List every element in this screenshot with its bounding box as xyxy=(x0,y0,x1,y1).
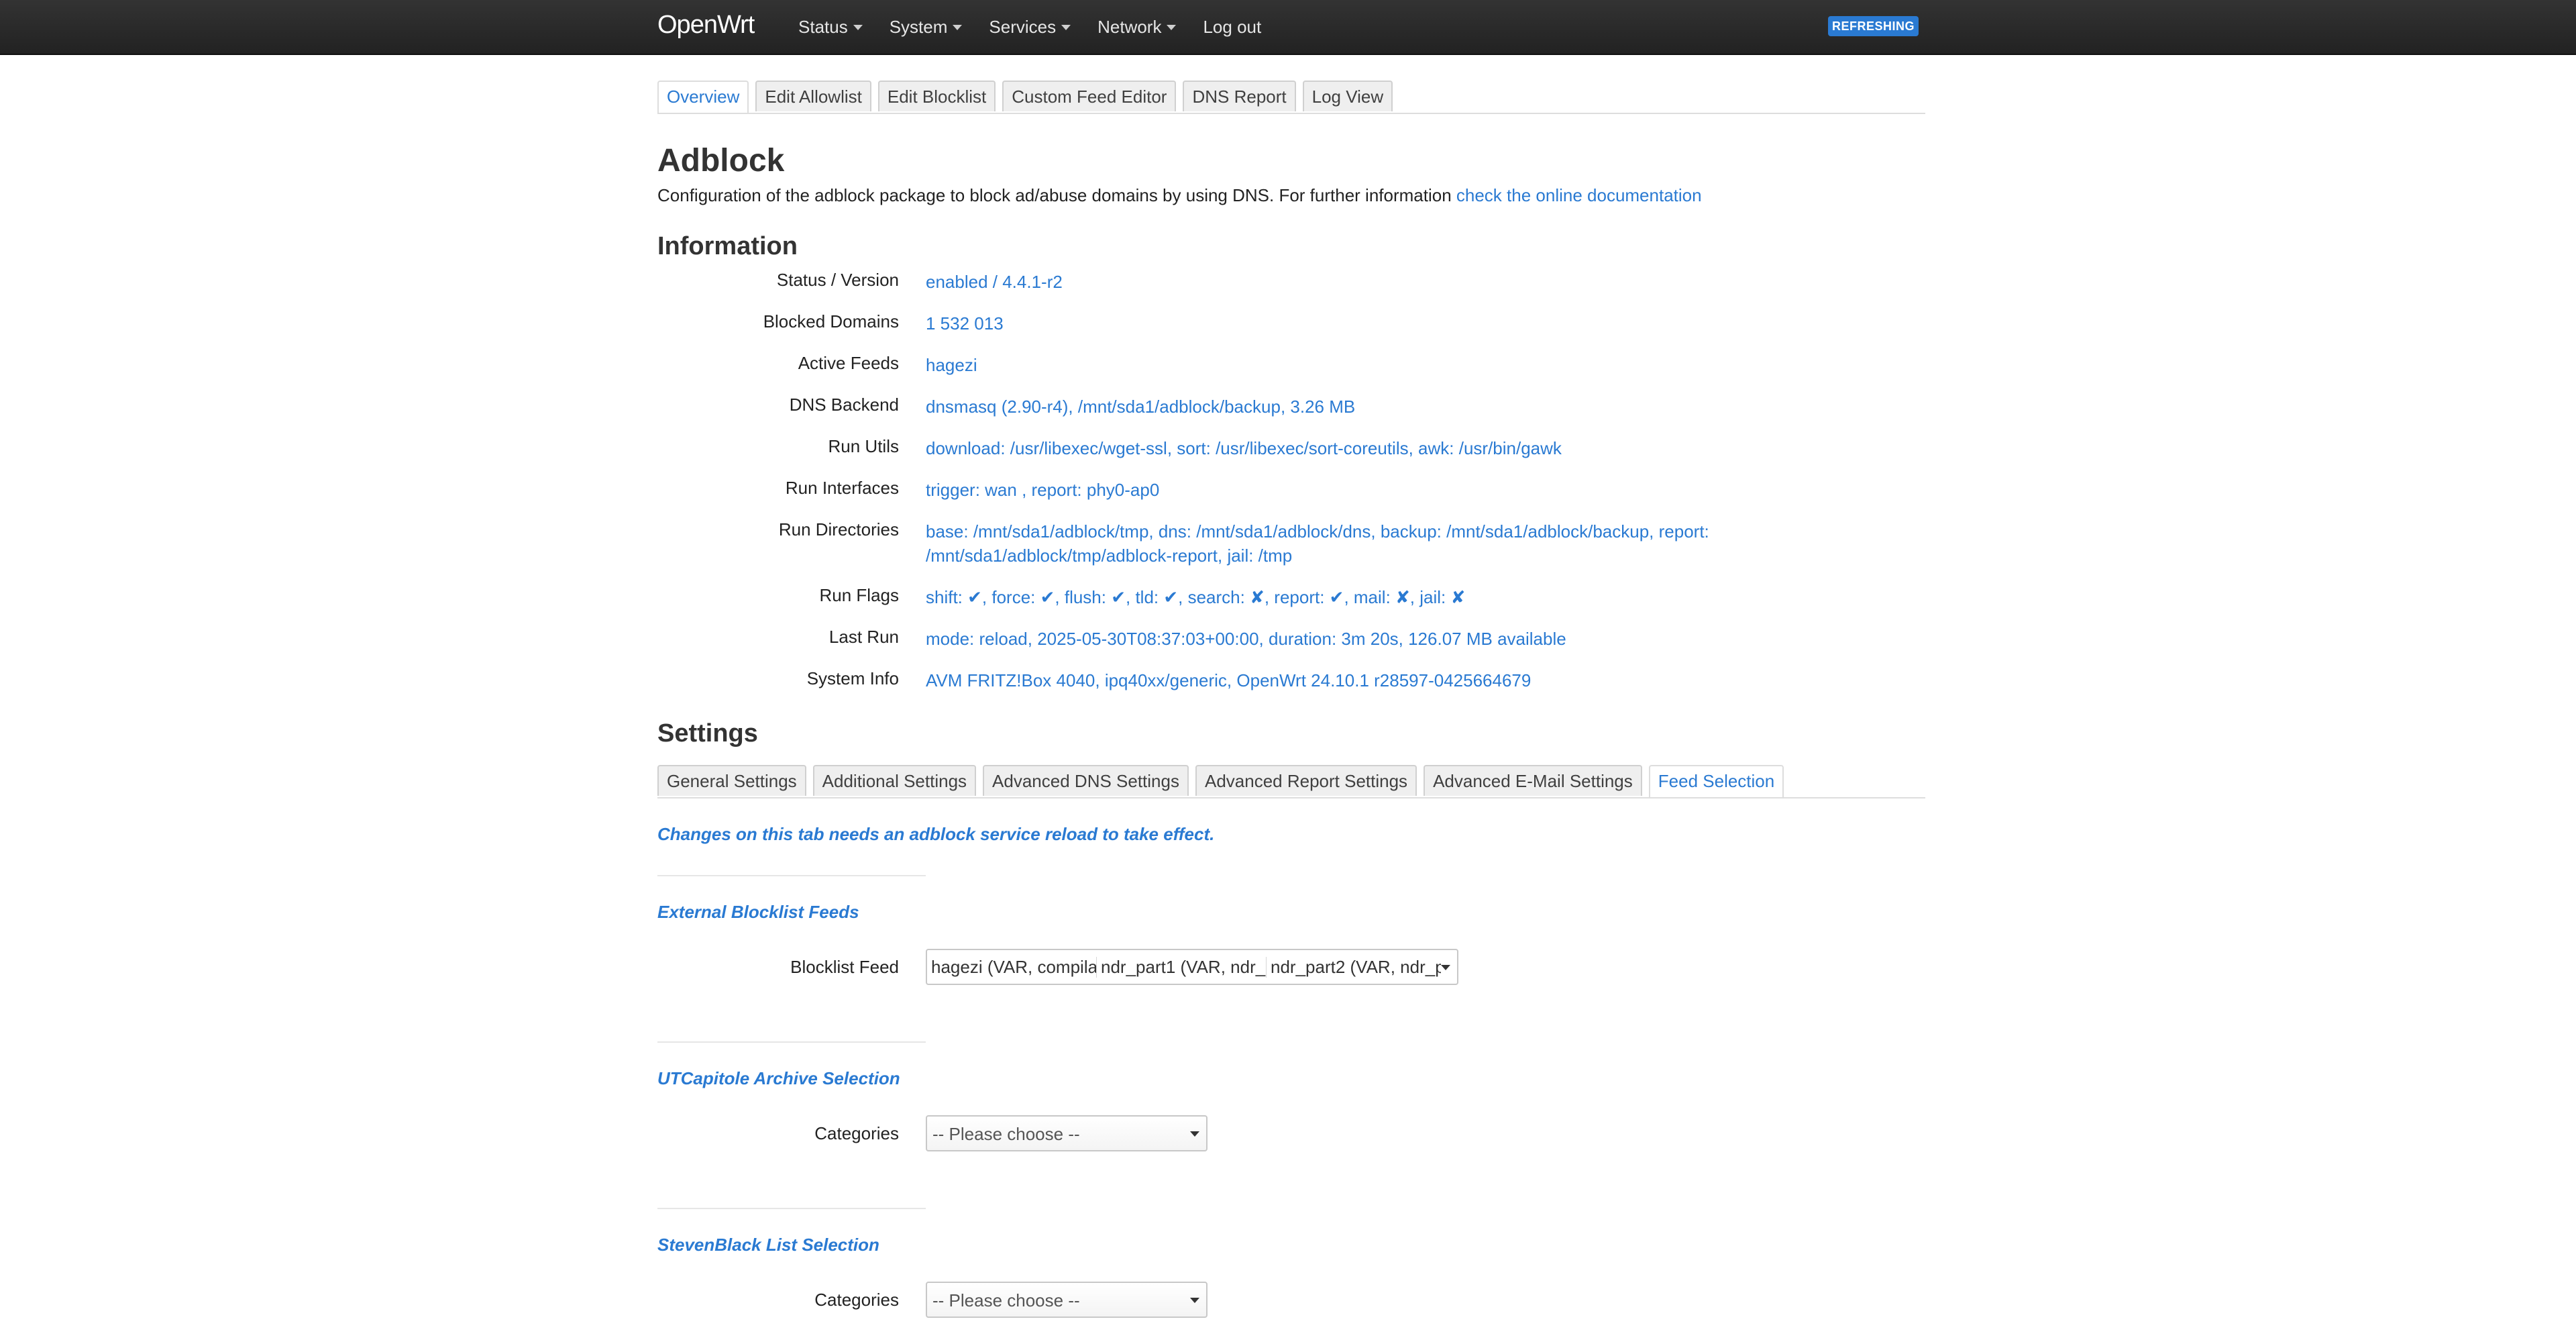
section-divider xyxy=(657,875,926,876)
caret-down-icon xyxy=(1061,25,1071,30)
blocklist-feed-multiselect[interactable]: hagezi (VAR, compilation) ndr_part1 (VAR… xyxy=(926,949,1458,985)
feed-chip-hagezi[interactable]: hagezi (VAR, compilation) xyxy=(927,956,1097,978)
information-title: Information xyxy=(657,232,798,260)
tab-dns-report[interactable]: DNS Report xyxy=(1183,81,1296,111)
info-value: download: /usr/libexec/wget-ssl, sort: /… xyxy=(926,438,1562,458)
tab-feed-selection[interactable]: Feed Selection xyxy=(1648,765,1784,797)
stevenblack-categories-select[interactable]: -- Please choose -- xyxy=(926,1282,1208,1318)
info-value: AVM FRITZ!Box 4040, ipq40xx/generic, Ope… xyxy=(926,670,1532,690)
select-placeholder: -- Please choose -- xyxy=(932,1124,1080,1144)
tab-advanced-email-settings[interactable]: Advanced E-Mail Settings xyxy=(1424,765,1642,796)
tab-overview[interactable]: Overview xyxy=(657,81,749,113)
menu-services-label: Services xyxy=(989,16,1057,37)
stevenblack-title: StevenBlack List Selection xyxy=(657,1235,879,1255)
select-placeholder: -- Please choose -- xyxy=(932,1290,1080,1310)
tab-edit-blocklist[interactable]: Edit Blocklist xyxy=(877,81,996,111)
stevenblack-categories-label: Categories xyxy=(814,1290,899,1310)
menu-network[interactable]: Network xyxy=(1097,16,1177,38)
info-label: Run Utils xyxy=(828,436,899,456)
description-text: Configuration of the adblock package to … xyxy=(657,185,1456,205)
settings-tabs: General Settings Additional Settings Adv… xyxy=(657,765,1925,798)
info-value: base: /mnt/sda1/adblock/tmp, dns: /mnt/s… xyxy=(926,521,1709,566)
info-value: mode: reload, 2025-05-30T08:37:03+00:00,… xyxy=(926,629,1566,649)
info-value: shift: ✔, force: ✔, flush: ✔, tld: ✔, se… xyxy=(926,587,1466,607)
section-divider xyxy=(657,1208,926,1209)
info-label: Blocked Domains xyxy=(763,311,899,331)
menu-logout[interactable]: Log out xyxy=(1203,17,1261,38)
navbar-inner: OpenWrt Status System Services Network L… xyxy=(657,0,1919,54)
reload-notice: Changes on this tab needs an adblock ser… xyxy=(657,824,1215,844)
tab-additional-settings[interactable]: Additional Settings xyxy=(812,765,977,796)
info-label: Run Interfaces xyxy=(785,478,899,498)
info-label: Status / Version xyxy=(776,270,899,290)
menu-system[interactable]: System xyxy=(890,17,963,38)
menu-status[interactable]: Status xyxy=(798,17,863,38)
caret-down-icon xyxy=(1441,965,1450,970)
top-navbar: OpenWrt Status System Services Network L… xyxy=(0,0,2576,55)
utcapitole-categories-select[interactable]: -- Please choose -- xyxy=(926,1115,1208,1151)
caret-down-icon xyxy=(953,25,963,30)
info-value: dnsmasq (2.90-r4), /mnt/sda1/adblock/bac… xyxy=(926,397,1356,417)
info-value: 1 532 013 xyxy=(926,313,1004,333)
menu-status-label: Status xyxy=(798,16,848,37)
main-menu: Status System Services Network Log out xyxy=(798,0,1288,54)
utcapitole-title: UTCapitole Archive Selection xyxy=(657,1068,900,1088)
section-divider xyxy=(657,1041,926,1043)
refreshing-badge[interactable]: REFRESHING xyxy=(1827,16,1919,36)
info-label: Run Flags xyxy=(819,585,900,605)
menu-system-label: System xyxy=(889,16,948,37)
tab-general-settings[interactable]: General Settings xyxy=(657,765,806,796)
info-label: DNS Backend xyxy=(789,395,899,415)
menu-network-label: Network xyxy=(1097,16,1162,37)
caret-down-icon xyxy=(1190,1298,1199,1303)
page-tabs: Overview Edit Allowlist Edit Blocklist C… xyxy=(657,81,1925,114)
info-label: Active Feeds xyxy=(798,353,899,373)
info-label: System Info xyxy=(806,668,899,688)
documentation-link[interactable]: check the online documentation xyxy=(1456,185,1702,205)
tab-advanced-dns-settings[interactable]: Advanced DNS Settings xyxy=(983,765,1189,796)
tab-custom-feed-editor[interactable]: Custom Feed Editor xyxy=(1002,81,1177,111)
info-value: hagezi xyxy=(926,355,977,375)
info-label: Run Directories xyxy=(778,519,899,539)
external-feeds-title: External Blocklist Feeds xyxy=(657,902,859,922)
caret-down-icon xyxy=(1167,25,1177,30)
menu-services[interactable]: Services xyxy=(989,17,1071,38)
brand-logo[interactable]: OpenWrt xyxy=(657,11,755,40)
info-value: enabled / 4.4.1-r2 xyxy=(926,272,1063,292)
tab-log-view[interactable]: Log View xyxy=(1302,81,1393,111)
feed-chip-ndr-part1[interactable]: ndr_part1 (VAR, ndr_part1) xyxy=(1097,956,1267,978)
info-label: Last Run xyxy=(828,627,899,647)
info-value: trigger: wan , report: phy0-ap0 xyxy=(926,480,1160,500)
page-title: Adblock xyxy=(657,143,785,178)
tab-advanced-report-settings[interactable]: Advanced Report Settings xyxy=(1195,765,1417,796)
caret-down-icon xyxy=(853,25,863,30)
feed-chip-ndr-part2[interactable]: ndr_part2 (VAR, ndr_part2) xyxy=(1267,957,1441,978)
page-description: Configuration of the adblock package to … xyxy=(657,185,1702,206)
settings-title: Settings xyxy=(657,719,758,747)
blocklist-feed-label: Blocklist Feed xyxy=(790,957,899,977)
tab-edit-allowlist[interactable]: Edit Allowlist xyxy=(755,81,871,111)
utcapitole-categories-label: Categories xyxy=(814,1123,899,1143)
caret-down-icon xyxy=(1190,1131,1199,1137)
